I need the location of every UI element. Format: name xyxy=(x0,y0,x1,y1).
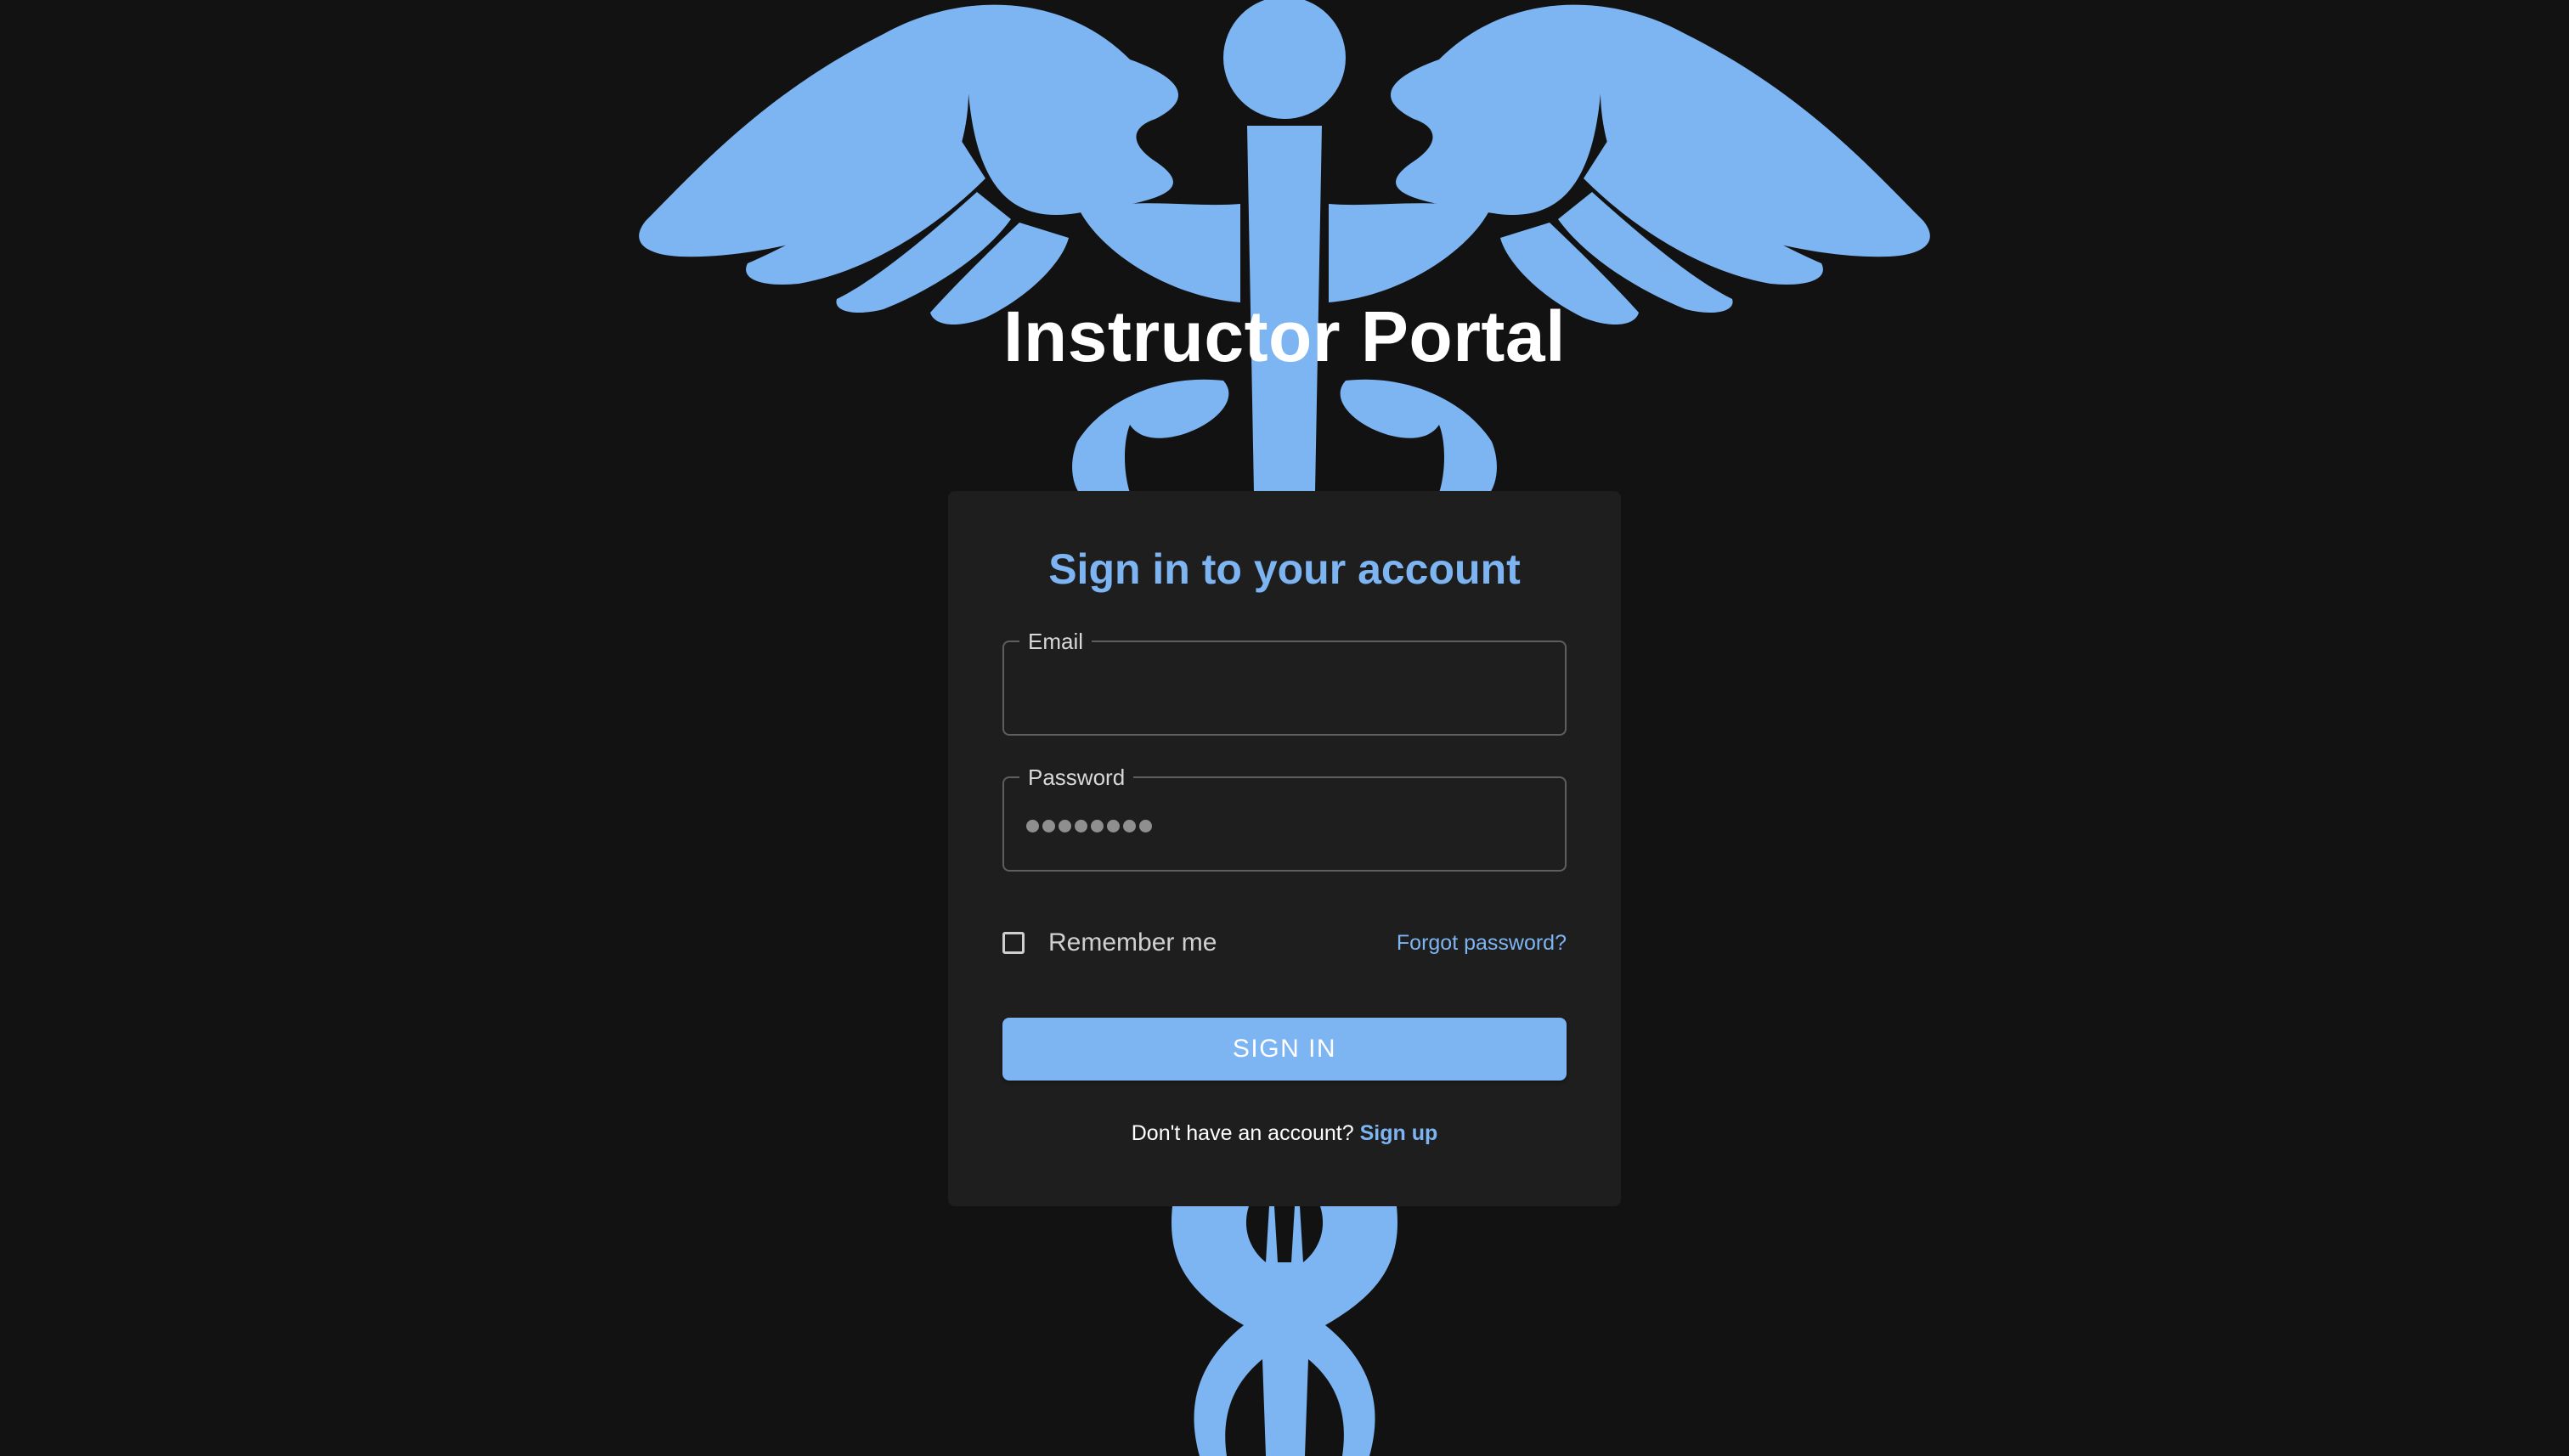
password-label: Password xyxy=(1019,763,1134,792)
login-card: Sign in to your account Email Password R… xyxy=(948,491,1621,1206)
password-mask-dot xyxy=(1091,819,1104,832)
remember-me-label: Remember me xyxy=(1048,928,1217,957)
password-mask-dot xyxy=(1139,819,1152,832)
email-label: Email xyxy=(1019,627,1093,656)
sign-up-link[interactable]: Sign up xyxy=(1360,1121,1438,1145)
signup-prompt-text: Don't have an account? xyxy=(1131,1121,1354,1145)
forgot-password-link[interactable]: Forgot password? xyxy=(1397,923,1567,963)
remember-me-checkbox[interactable]: Remember me xyxy=(1002,923,1217,963)
page-title: Instructor Portal xyxy=(1003,296,1566,376)
password-mask-dot xyxy=(1059,819,1071,832)
sign-in-button[interactable]: SIGN IN xyxy=(1002,1018,1567,1081)
password-mask-dot xyxy=(1042,819,1055,832)
signup-prompt: Don't have an account? Sign up xyxy=(948,1118,1621,1148)
password-mask-dot xyxy=(1075,819,1087,832)
password-mask-dot xyxy=(1107,819,1120,832)
password-field[interactable]: Password xyxy=(1002,763,1567,872)
email-input[interactable] xyxy=(1026,666,1543,712)
password-input[interactable] xyxy=(1026,804,1152,848)
email-field[interactable]: Email xyxy=(1002,627,1567,736)
checkbox-icon[interactable] xyxy=(1002,932,1025,954)
login-page: Instructor Portal Sign in to your accoun… xyxy=(0,0,2569,1456)
password-mask-dot xyxy=(1123,819,1136,832)
password-mask-dot xyxy=(1026,819,1039,832)
card-heading: Sign in to your account xyxy=(1048,545,1521,593)
